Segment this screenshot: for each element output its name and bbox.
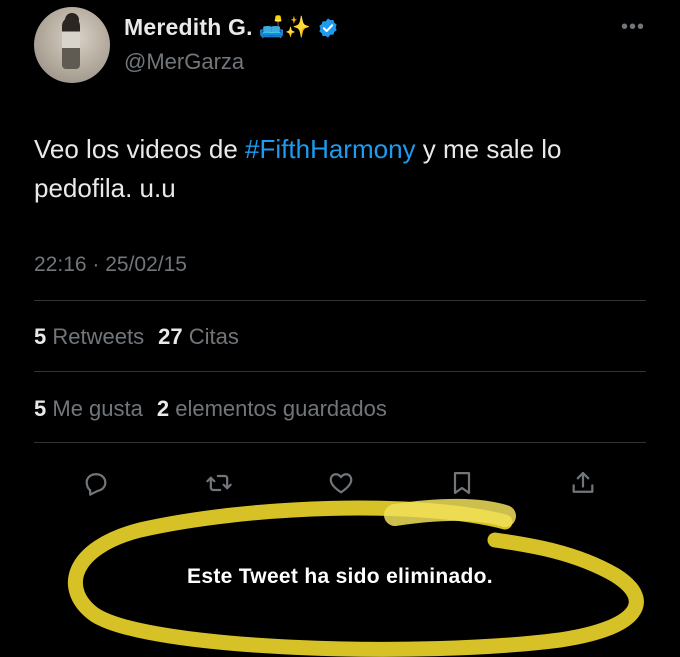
display-name[interactable]: Meredith G. [124, 14, 253, 41]
retweets-stat[interactable]: 5 Retweets [34, 324, 144, 349]
divider [34, 442, 646, 443]
stats-row-likes: 5 Me gusta 2 elementos guardados [34, 396, 387, 422]
stats-row-shares: 5 Retweets 27 Citas [34, 324, 239, 350]
retweet-icon[interactable] [202, 466, 236, 500]
verified-badge-icon [317, 17, 339, 39]
deleted-tweet-notice: Este Tweet ha sido eliminado. [187, 565, 493, 588]
bookmarks-stat[interactable]: 2 elementos guardados [157, 396, 387, 421]
name-emoji: 🛋️✨ [258, 16, 312, 39]
action-bar [0, 466, 680, 502]
likes-stat[interactable]: 5 Me gusta [34, 396, 143, 421]
hashtag-link[interactable]: #FifthHarmony [245, 134, 416, 164]
like-icon[interactable] [324, 466, 358, 500]
reply-icon[interactable] [79, 466, 113, 500]
bookmark-icon[interactable] [445, 466, 479, 500]
tweet-timestamp[interactable]: 22:16 · 25/02/15 [34, 253, 187, 277]
user-handle[interactable]: @MerGarza [124, 49, 244, 75]
tweet-text: Veo los videos de #FifthHarmony y me sal… [34, 134, 562, 203]
avatar[interactable] [34, 7, 110, 83]
divider [34, 300, 646, 301]
quotes-stat[interactable]: 27 Citas [158, 324, 239, 349]
more-options-icon[interactable]: ••• [621, 16, 645, 39]
share-icon[interactable] [566, 466, 600, 500]
divider [34, 371, 646, 372]
